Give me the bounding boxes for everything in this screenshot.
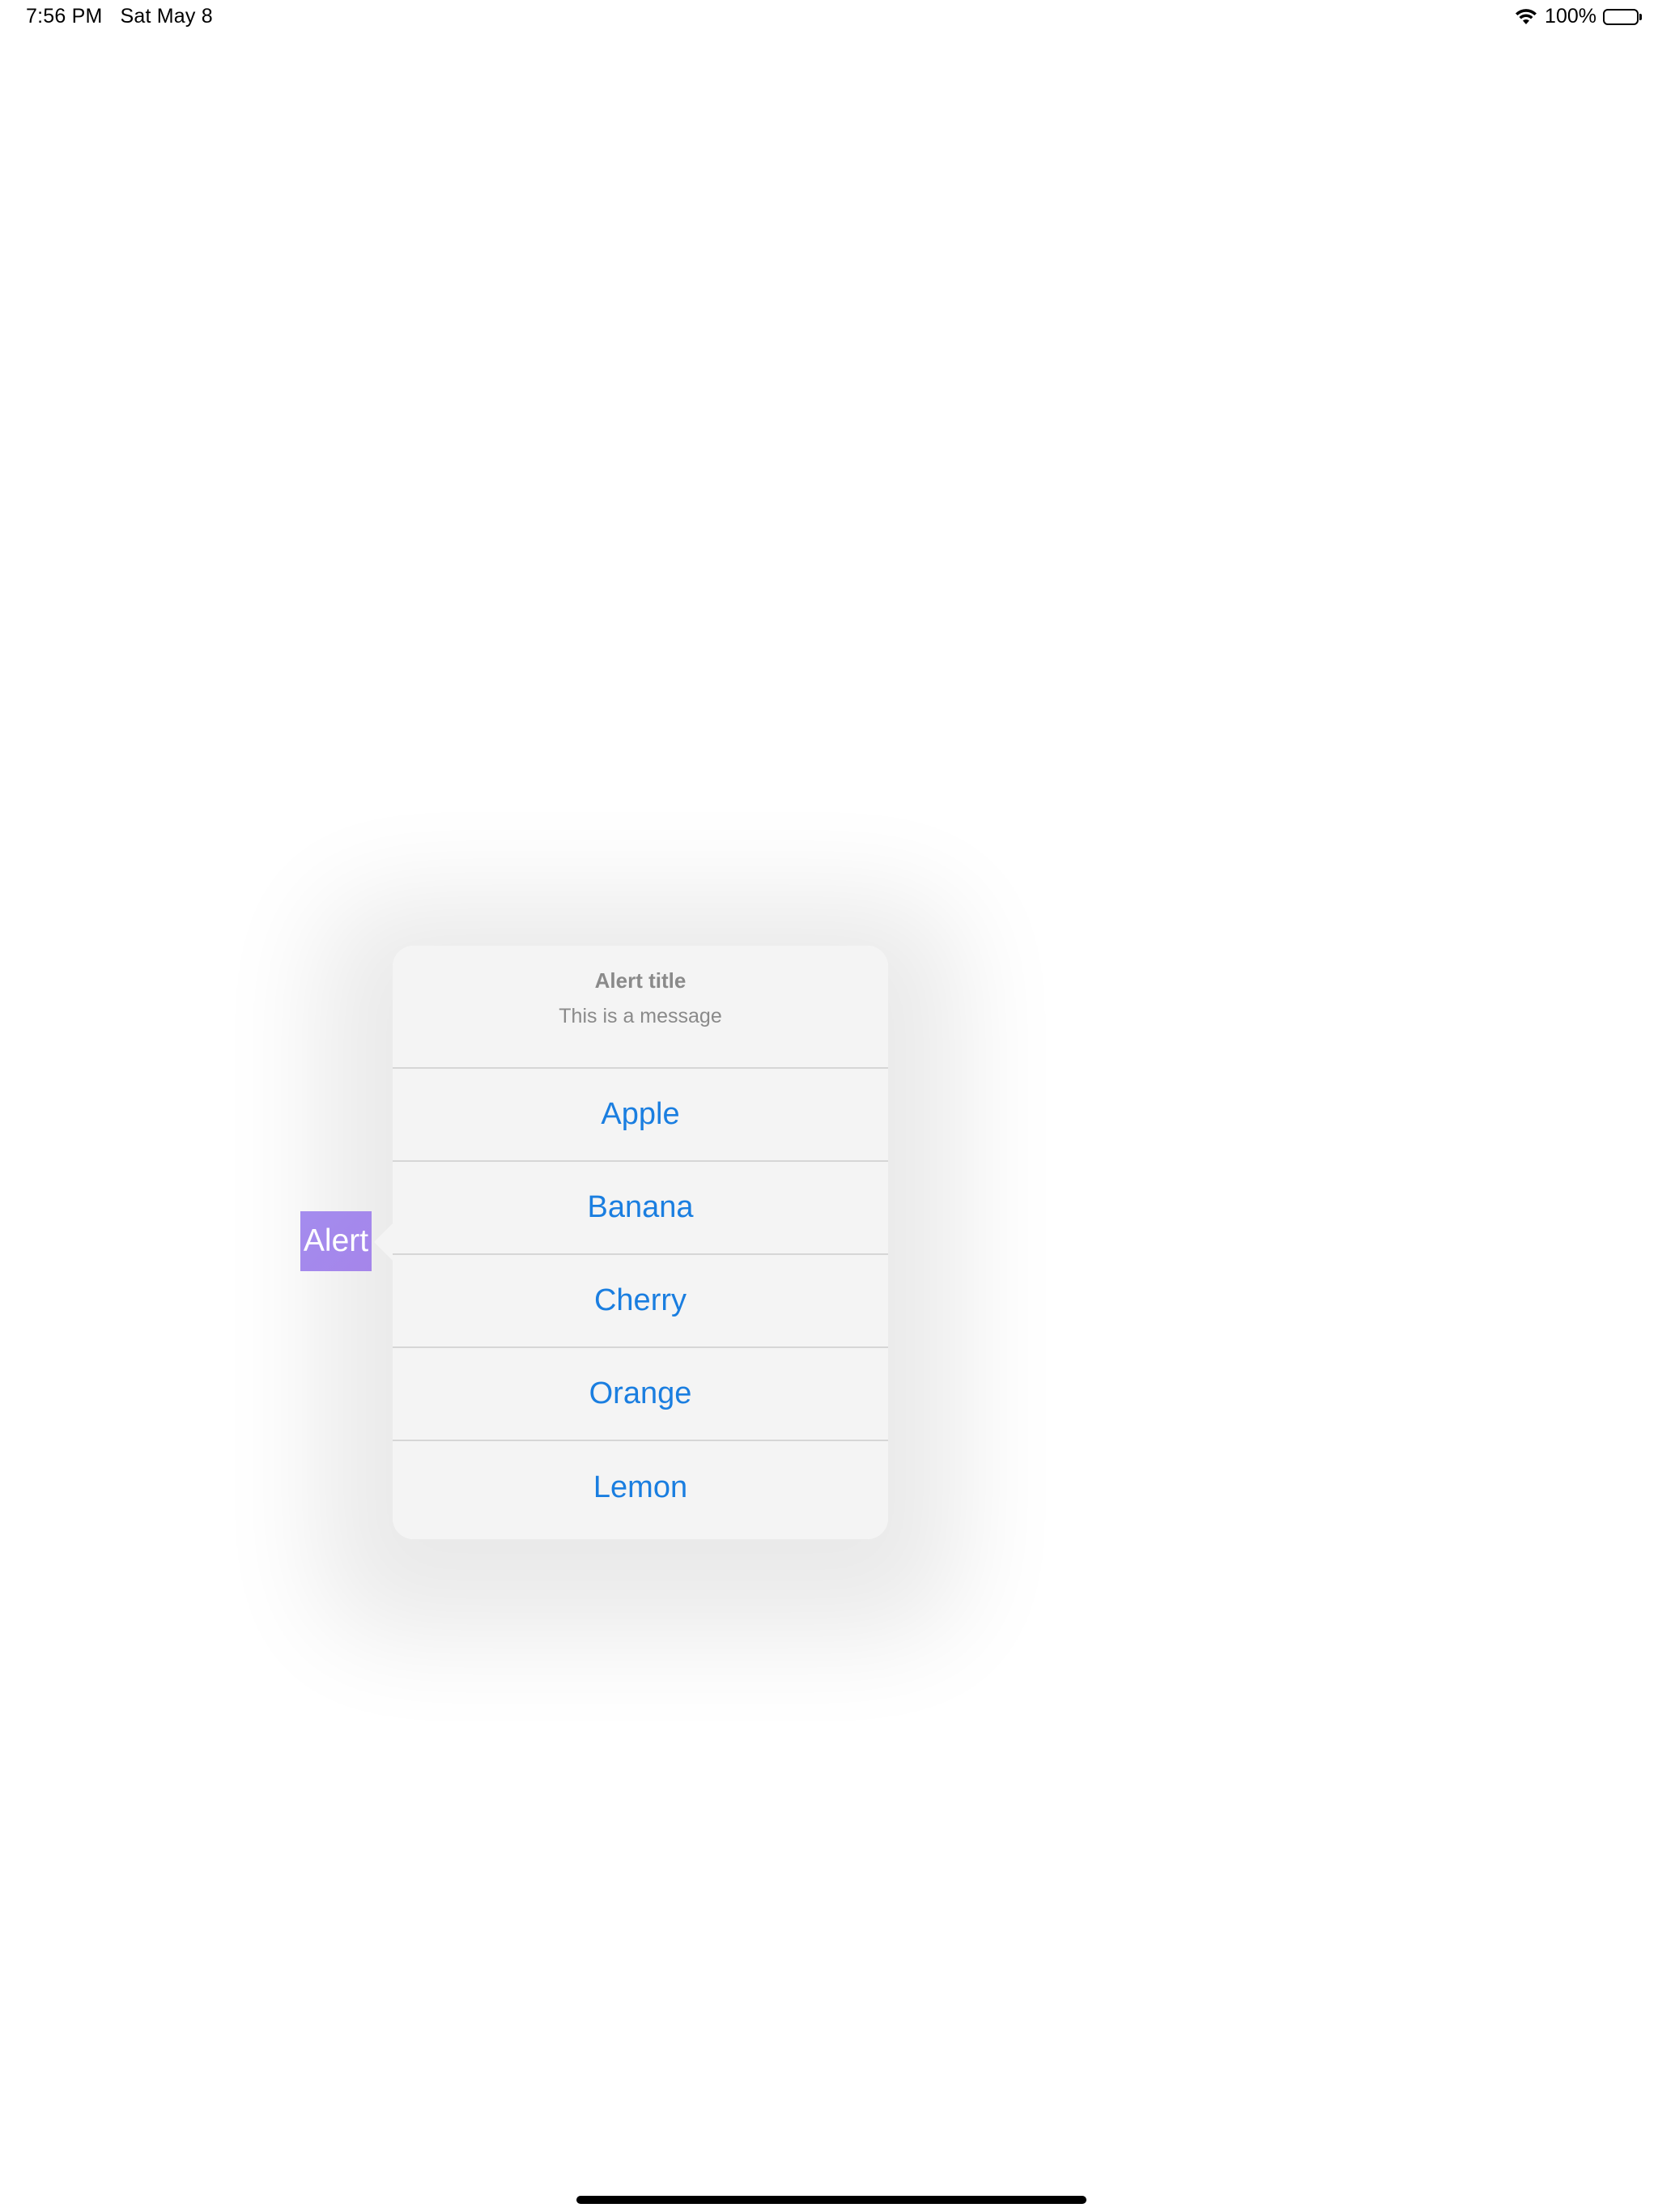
action-lemon[interactable]: Lemon xyxy=(393,1441,888,1534)
battery-icon xyxy=(1603,8,1642,25)
status-time: 7:56 PM xyxy=(26,5,103,28)
alert-title: Alert title xyxy=(594,968,687,993)
alert-message: This is a message xyxy=(559,1005,722,1027)
action-banana[interactable]: Banana xyxy=(393,1162,888,1255)
status-left: 7:56 PM Sat May 8 xyxy=(26,5,213,28)
popover-header: Alert title This is a message xyxy=(393,946,888,1069)
alert-popover: Alert title This is a message Apple Bana… xyxy=(393,946,888,1539)
status-bar: 7:56 PM Sat May 8 100% xyxy=(0,0,1658,39)
status-date: Sat May 8 xyxy=(120,5,213,28)
action-apple[interactable]: Apple xyxy=(393,1069,888,1162)
alert-button[interactable]: Alert xyxy=(300,1211,372,1271)
status-right: 100% xyxy=(1514,5,1642,28)
battery-percent: 100% xyxy=(1545,5,1596,28)
wifi-icon xyxy=(1514,8,1538,26)
action-orange[interactable]: Orange xyxy=(393,1348,888,1441)
action-cherry[interactable]: Cherry xyxy=(393,1255,888,1348)
home-indicator[interactable] xyxy=(576,2196,1086,2204)
